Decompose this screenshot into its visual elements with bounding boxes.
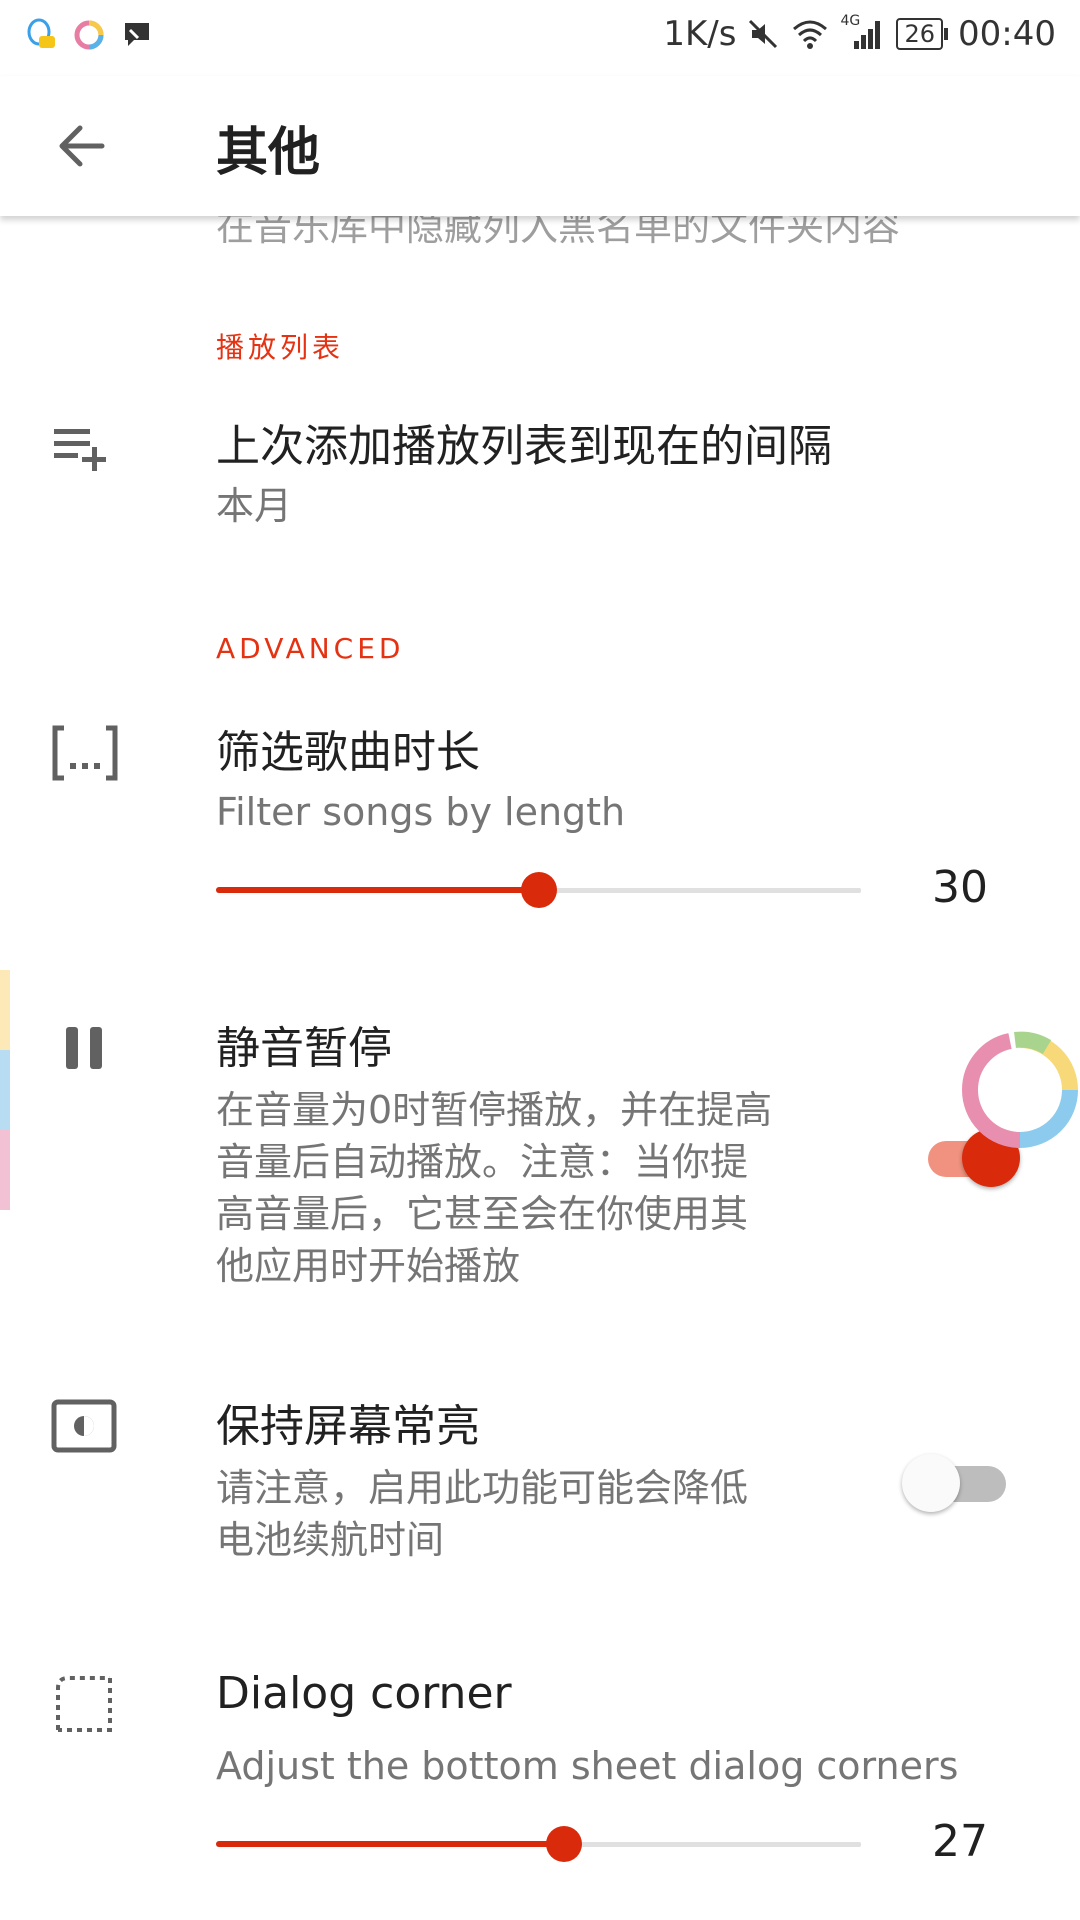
subtitle-line: 他应用时开始播放 xyxy=(216,1244,521,1288)
setting-subtitle: 本月 xyxy=(216,484,293,528)
setting-title: 上次添加播放列表到现在的间隔 xyxy=(216,421,832,472)
edge-strip-yellow xyxy=(0,970,10,1050)
system-status: 1K/s 4G 26 00:40 xyxy=(663,13,1056,54)
setting-title: 静音暂停 xyxy=(216,1023,392,1074)
arrow-back-icon[interactable] xyxy=(52,116,112,176)
mute-icon xyxy=(749,19,778,49)
playlist-add-icon xyxy=(54,429,106,471)
setting-title: Dialog corner xyxy=(216,1668,512,1719)
status-bar: 1K/s 4G 26 00:40 xyxy=(0,0,1080,76)
keep-screen-on-toggle[interactable] xyxy=(902,1450,1006,1512)
slider-thumb[interactable] xyxy=(546,1826,583,1862)
qq-icon xyxy=(27,18,55,48)
filter-length-slider[interactable] xyxy=(216,870,861,910)
section-header-playlist: 播放列表 xyxy=(216,331,345,364)
brightness-screen-icon xyxy=(51,1399,117,1453)
cast-flag-icon xyxy=(125,23,149,46)
subtitle-line: 高音量后，它甚至会在你使用其 xyxy=(216,1192,749,1236)
network-speed: 1K/s xyxy=(663,14,737,54)
edge-strip-blue xyxy=(0,1050,10,1130)
slider-value: 30 xyxy=(932,862,988,913)
signal-icon: 4G xyxy=(840,13,886,51)
slider-value: 27 xyxy=(932,1816,988,1867)
slider-fill xyxy=(216,887,539,893)
subtitle-line: 在音量为0时暂停播放，并在提高 xyxy=(216,1088,773,1132)
battery-icon: 26 xyxy=(896,18,949,50)
setting-subtitle: Filter songs by length xyxy=(216,790,626,834)
slider-thumb[interactable] xyxy=(520,872,557,908)
page-title: 其他 xyxy=(216,123,321,183)
toggle-knob xyxy=(902,1454,960,1512)
subtitle-line: 音量后自动播放。注意：当你提 xyxy=(216,1140,749,1184)
slider-fill xyxy=(216,1841,565,1847)
rounded-corner-icon xyxy=(56,1676,112,1732)
colorful-ring-icon xyxy=(74,20,104,50)
pause-icon xyxy=(66,1027,102,1069)
setting-subtitle: 请注意，启用此功能可能会降低 电池续航时间 xyxy=(216,1462,748,1566)
section-header-advanced: ADVANCED xyxy=(216,632,405,665)
subtitle-line: 电池续航时间 xyxy=(216,1518,445,1562)
setting-subtitle: Adjust the bottom sheet dialog corners xyxy=(216,1744,959,1788)
setting-title: 保持屏幕常亮 xyxy=(216,1401,480,1452)
battery-level: 26 xyxy=(896,18,944,50)
notification-icons xyxy=(24,18,154,52)
setting-subtitle: 在音量为0时暂停播放，并在提高 音量后自动播放。注意：当你提 高音量后，它甚至会… xyxy=(216,1084,772,1292)
bracket-ellipsis-icon xyxy=(52,725,118,781)
dialog-corner-slider[interactable] xyxy=(216,1824,861,1864)
edge-strip-pink xyxy=(0,1130,10,1210)
clock: 00:40 xyxy=(958,14,1056,54)
app-bar: 其他 xyxy=(0,76,1080,216)
wifi-icon xyxy=(793,20,828,49)
subtitle-line: 请注意，启用此功能可能会降低 xyxy=(216,1466,749,1510)
setting-title: 筛选歌曲时长 xyxy=(216,727,480,778)
floating-ring-widget-icon[interactable] xyxy=(955,1025,1080,1155)
